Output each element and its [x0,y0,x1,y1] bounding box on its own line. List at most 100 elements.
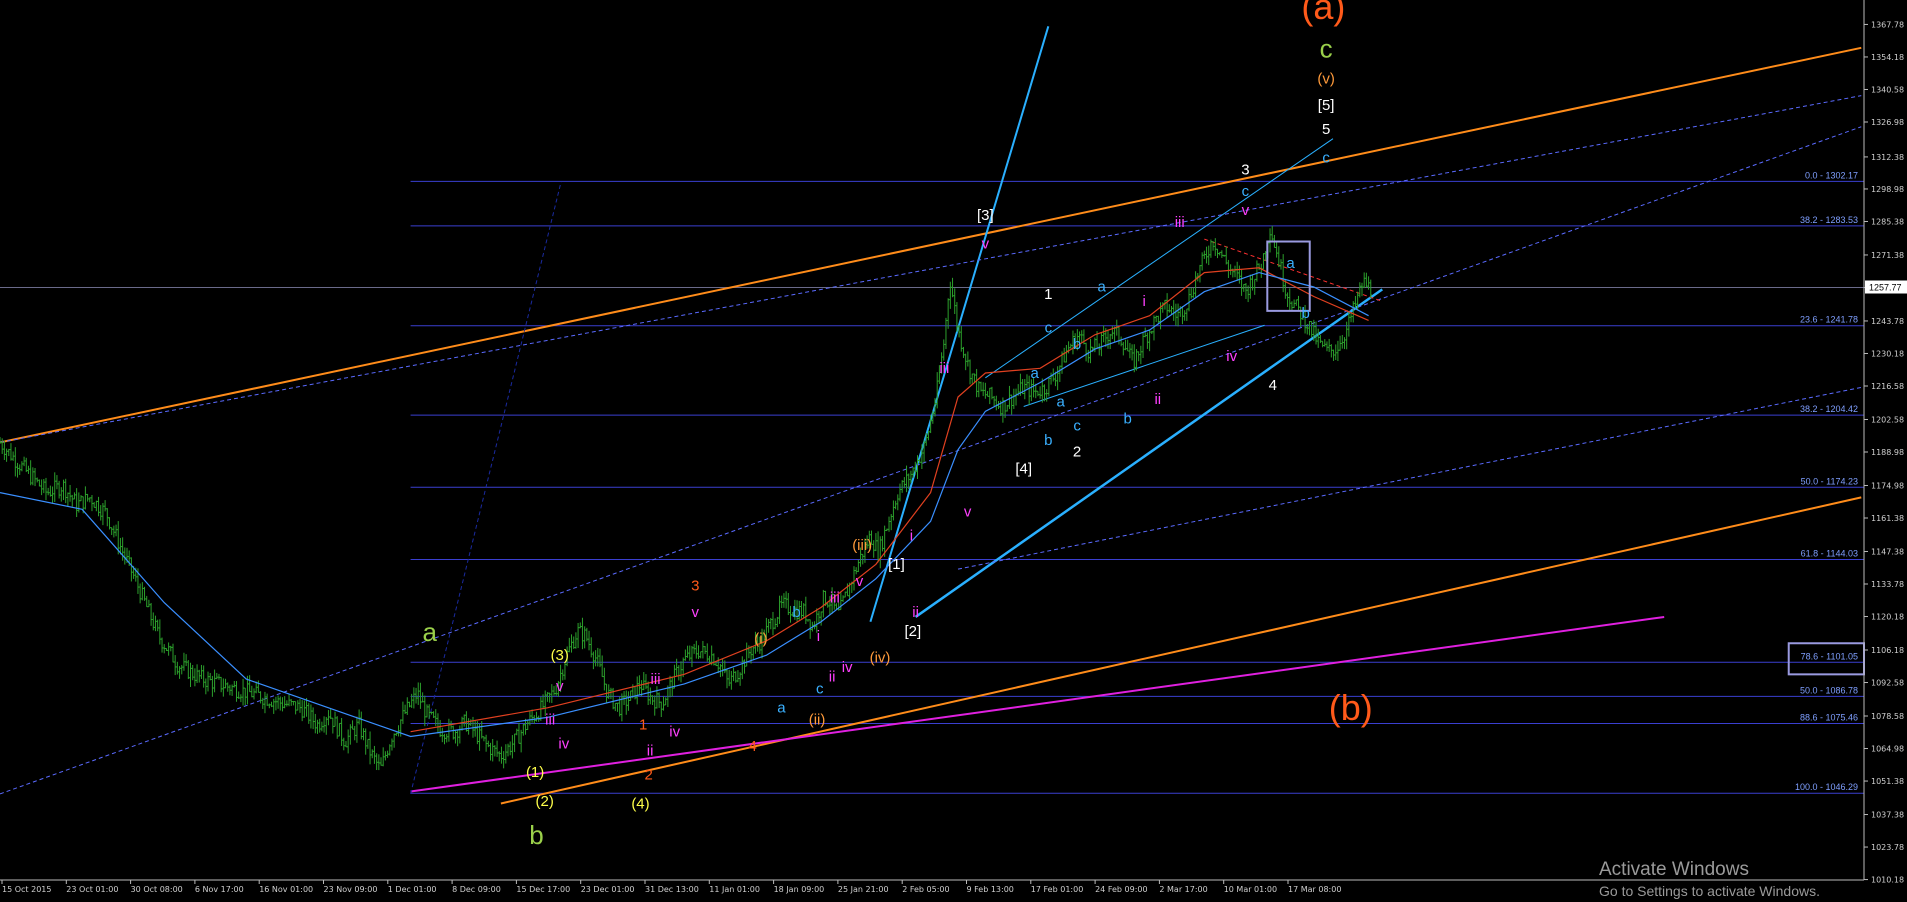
wave-label: (i) [754,630,767,647]
x-tick-label: 18 Jan 09:00 [774,885,825,894]
wave-label: v [691,604,699,621]
wave-label: iv [842,659,853,676]
y-tick-label: 1216.58 [1871,382,1904,391]
x-tick-label: 1 Dec 01:00 [388,885,437,894]
y-tick-label: 1051.38 [1871,777,1904,786]
x-tick-label: 24 Feb 09:00 [1095,885,1147,894]
y-tick-label: 1037.38 [1871,811,1904,820]
wave-label: b [1073,336,1081,353]
wave-label: [2] [904,623,921,640]
x-tick-label: 16 Nov 01:00 [259,885,313,894]
wave-label: iv [558,735,569,752]
wave-label: ii [912,604,919,621]
fib-label: 100.0 - 1046.29 [1795,782,1858,792]
wave-label: c [816,680,824,697]
x-tick-label: 15 Dec 17:00 [516,885,570,894]
x-tick-label: 2 Feb 05:00 [902,885,949,894]
wave-label: (4) [631,795,649,812]
fib-label: 50.0 - 1174.23 [1801,476,1858,486]
wave-label: ii [829,669,836,686]
wave-label: iv [1226,348,1237,365]
y-tick-label: 1010.18 [1871,876,1904,885]
wave-label: v [1242,202,1250,219]
x-tick-label: 15 Oct 2015 [2,885,51,894]
wave-label: c [1242,183,1250,200]
wave-label: v [982,236,990,253]
fib-label: 0.0 - 1302.17 [1805,170,1858,180]
wave-label: (1) [526,764,544,781]
wave-label: 2 [1073,444,1081,461]
y-tick-label: 1078.58 [1871,712,1904,721]
current-price-label: 1257.77 [1869,283,1902,293]
wave-label: (b) [1329,687,1373,728]
wave-label: (iv) [870,649,891,666]
wave-label: ii [1154,391,1161,408]
wave-label: iii [1175,214,1185,231]
chart-canvas: 0.0 - 1302.17 38.2 - 1283.53 23.6 - 1241.7… [0,0,1907,897]
wave-label: i [910,527,913,544]
x-tick-label: 23 Dec 01:00 [581,885,635,894]
wave-label: 4 [749,738,757,755]
fib-label: 88.6 - 1075.46 [1800,712,1858,722]
wave-label: iii [939,360,949,377]
fib-label: 50.0 - 1086.78 [1800,685,1858,695]
wave-label: a [1056,394,1065,411]
wave-label: c [1322,150,1330,167]
wave-label: iii [545,712,555,729]
y-tick-label: 1023.78 [1871,843,1904,852]
y-tick-label: 1367.78 [1871,20,1904,29]
wave-label: [1] [888,556,905,573]
y-tick-label: 1312.38 [1871,153,1904,162]
wave-label: v [856,573,864,590]
wave-label: b [792,604,800,621]
wave-label: a [777,700,786,717]
wave-label: c [1073,417,1081,434]
y-tick-label: 1147.38 [1871,547,1904,556]
wave-label: v [964,504,972,521]
price-chart[interactable]: 0.0 - 1302.17 38.2 - 1283.53 23.6 - 1241.7… [0,0,1907,897]
wave-label: 1 [1044,286,1052,303]
wave-label: (v) [1317,71,1335,88]
watermark-title: Activate Windows [1599,859,1749,880]
fib-label: 38.2 - 1283.53 [1800,215,1858,225]
wave-label: [5] [1318,97,1335,114]
x-tick-label: 10 Mar 01:00 [1224,885,1277,894]
y-tick-label: 1243.78 [1871,317,1904,326]
y-tick-label: 1188.98 [1871,448,1904,457]
x-tick-label: 17 Feb 01:00 [1031,885,1083,894]
x-tick-label: 30 Oct 08:00 [131,885,183,894]
y-tick-label: 1064.98 [1871,745,1904,754]
y-tick-label: 1174.98 [1871,481,1904,490]
y-tick-label: 1230.18 [1871,349,1904,358]
y-tick-label: 1326.98 [1871,118,1904,127]
y-tick-label: 1271.38 [1871,251,1904,260]
wave-label: a [1286,255,1295,272]
x-tick-label: 2 Mar 17:00 [1159,885,1207,894]
x-tick-label: 9 Feb 13:00 [967,885,1014,894]
wave-label: (iii) [852,537,872,554]
wave-label: b [1044,432,1052,449]
wave-label: [3] [977,207,994,224]
wave-label: ii [647,743,654,760]
wave-label: b [529,820,543,850]
y-tick-label: 1202.58 [1871,415,1904,424]
wave-label: a [1098,279,1107,296]
wave-label: i [817,628,820,645]
wave-label: (3) [551,647,569,664]
x-tick-label: 6 Nov 17:00 [195,885,244,894]
y-tick-label: 1340.58 [1871,85,1904,94]
wave-label: b [1124,410,1132,427]
wave-label: iii [830,590,840,607]
wave-label: c [1320,33,1333,63]
x-tick-label: 23 Oct 01:00 [66,885,118,894]
y-tick-label: 1298.98 [1871,185,1904,194]
wave-label: b [1301,305,1309,322]
wave-label: [4] [1015,460,1032,477]
activate-windows-watermark: Activate Windows Go to Settings to activ… [1599,859,1820,899]
wave-label: (ii) [809,712,826,729]
wave-label: v [556,678,564,695]
y-tick-label: 1092.58 [1871,679,1904,688]
y-tick-label: 1120.18 [1871,613,1904,622]
y-tick-label: 1133.78 [1871,580,1904,589]
x-tick-label: 11 Jan 01:00 [709,885,760,894]
